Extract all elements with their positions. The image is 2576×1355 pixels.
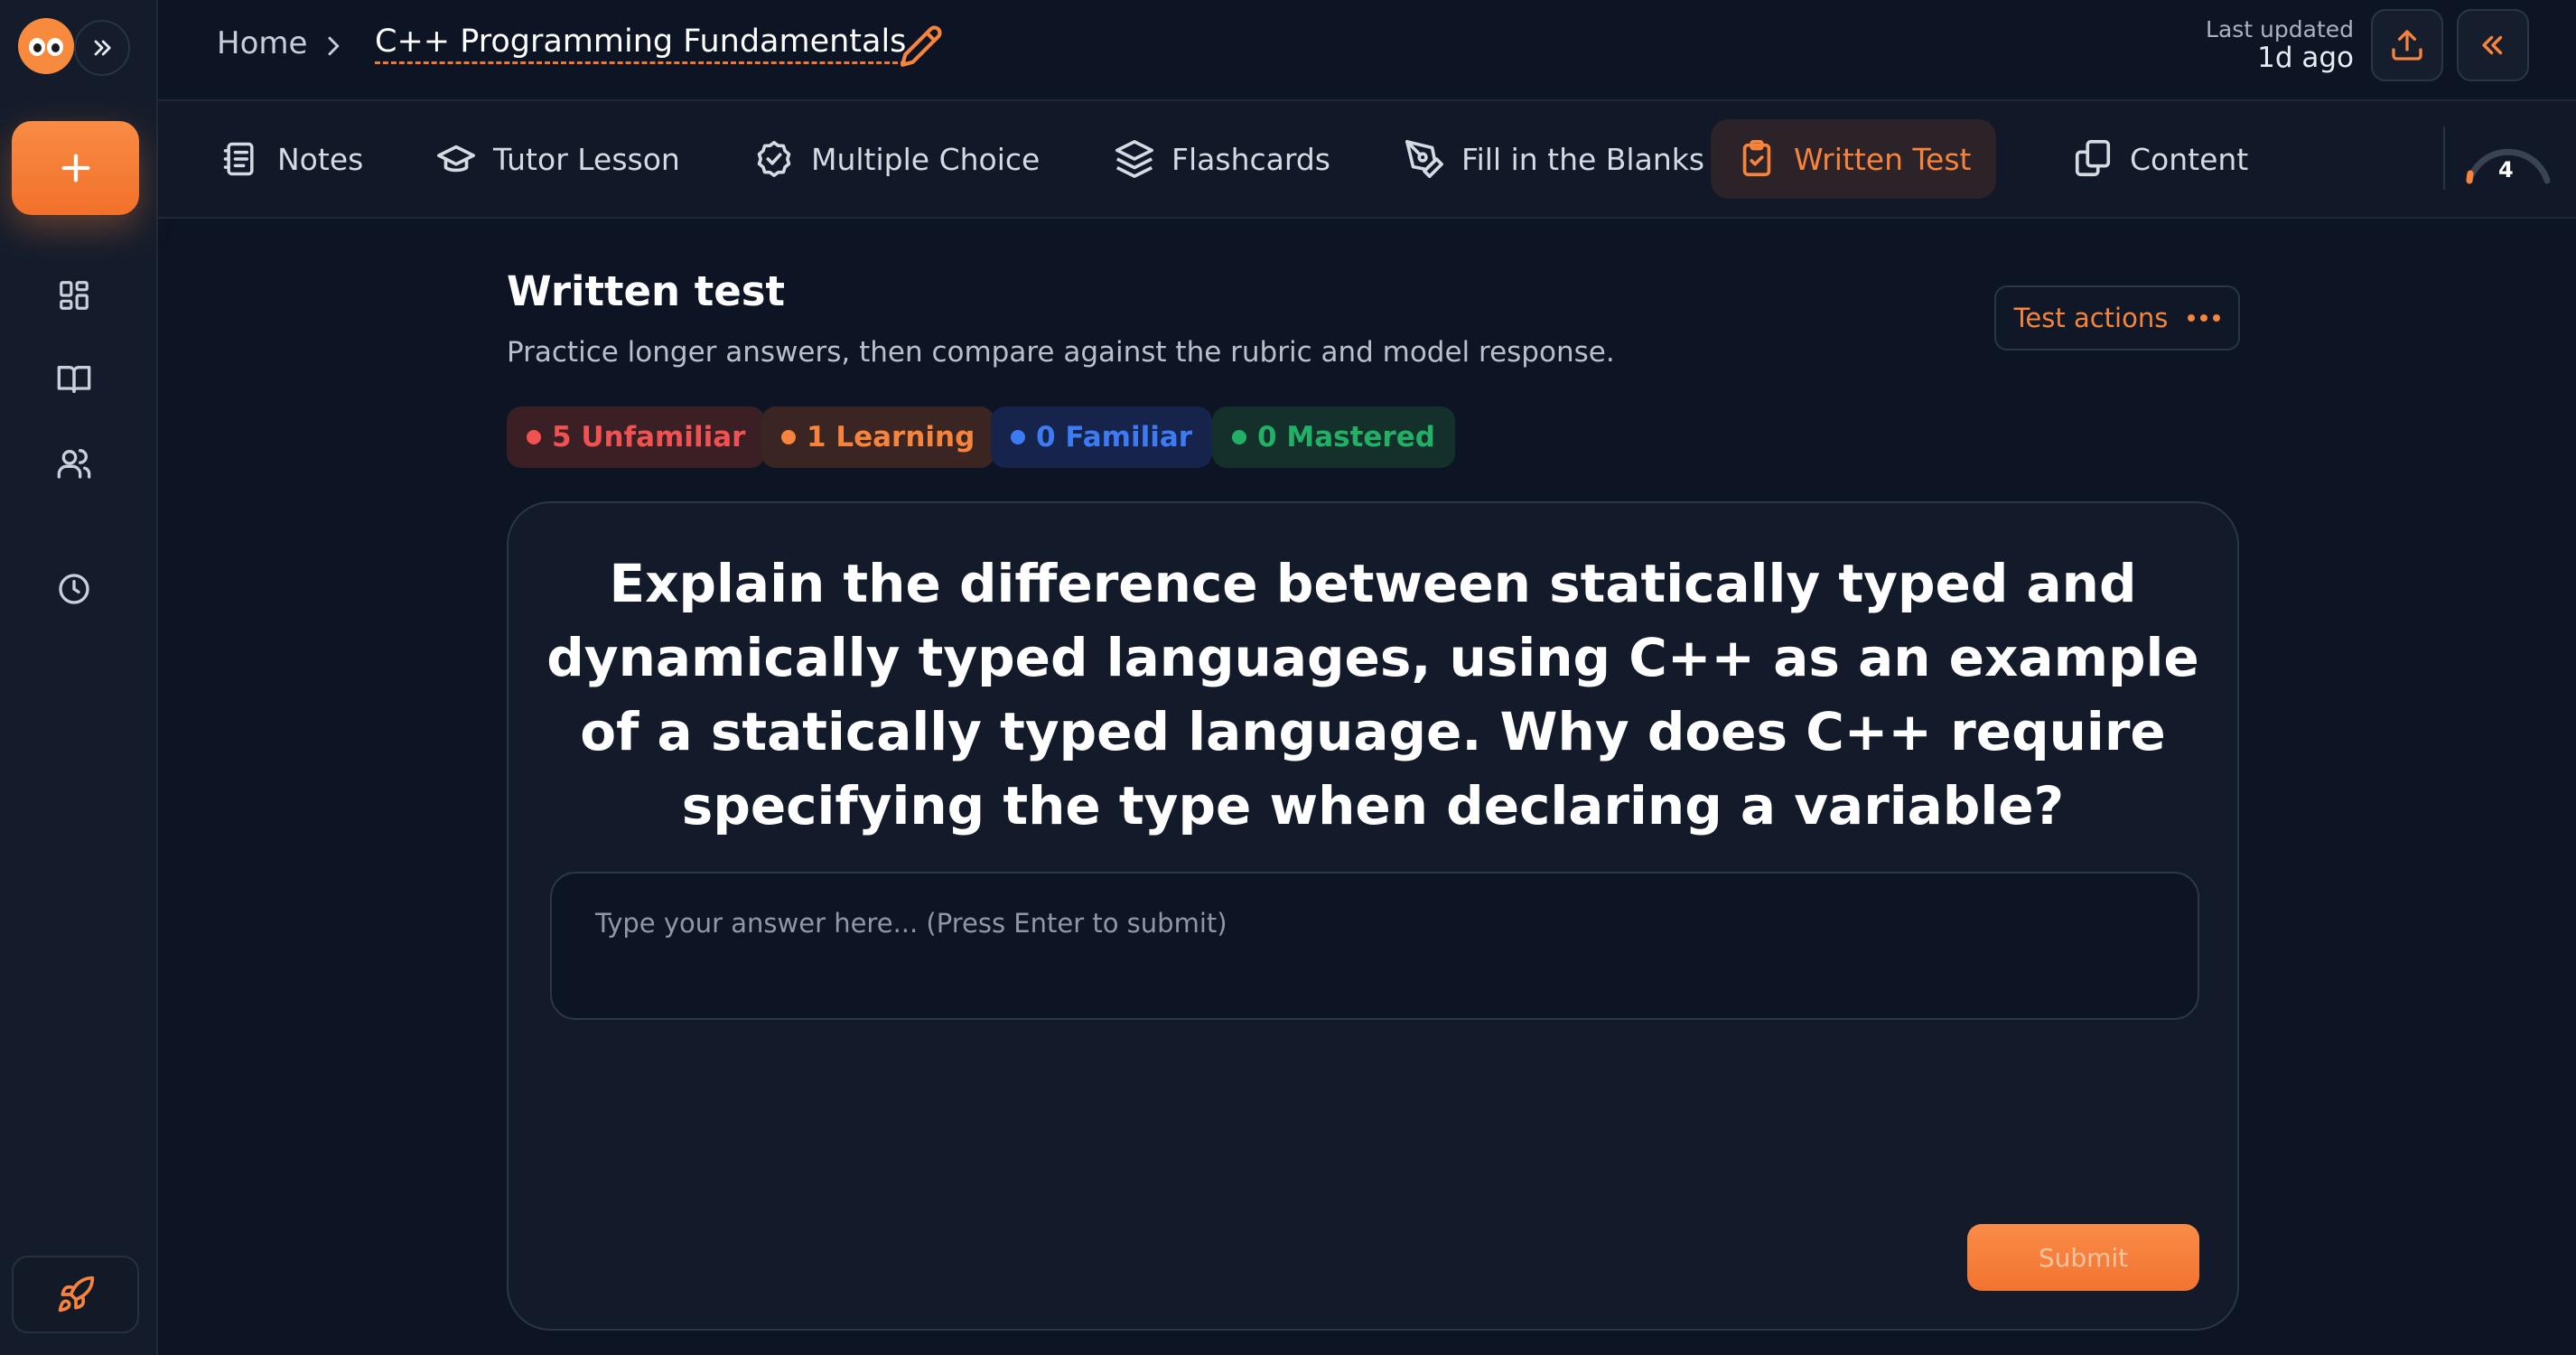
expand-sidebar-button[interactable] [74,20,130,76]
clipboard-check-icon [1736,138,1778,180]
sidebar-item-users[interactable] [54,444,94,483]
status-badge-learning: 1 Learning [761,406,995,468]
collapse-panel-button[interactable] [2457,9,2529,81]
chevrons-left-icon [2482,35,2503,55]
page-subtitle: Practice longer answers, then compare ag… [507,336,1615,369]
tab-label: Written Test [1794,141,1972,177]
tab-flashcards[interactable]: Flashcards [1088,119,1356,199]
gauge-value: 4 [2498,157,2514,182]
test-actions-label: Test actions [2013,303,2169,333]
tab-written-test[interactable]: Written Test [1711,119,1997,199]
tab-fill-in-the-blanks[interactable]: Fill in the Blanks [1378,119,1730,199]
question-text: Explain the difference between staticall… [546,553,2199,836]
rocket-icon [58,1276,94,1313]
pen-tool-icon [1404,138,1445,180]
more-dots-icon [2188,314,2221,322]
tab-content[interactable]: Content [2047,119,2273,199]
tab-label: Flashcards [1171,141,1330,177]
layers-icon [1114,138,1155,180]
top-bar: Home C++ Programming Fundamentals Last u… [158,0,2576,101]
breadcrumb-title[interactable]: C++ Programming Fundamentals [375,23,907,64]
tab-label: Fill in the Blanks [1461,141,1705,177]
sidebar-item-dashboard[interactable] [54,276,94,315]
status-badge-mastered: 0 Mastered [1212,406,1455,468]
tab-tutor-lesson[interactable]: Tutor Lesson [410,119,705,199]
chevrons-right-icon [94,40,111,56]
copy-icon [2072,138,2114,180]
share-button[interactable] [2371,9,2443,81]
sidebar [0,0,158,1355]
last-updated-label: Last updated [2206,16,2354,42]
breadcrumb-home[interactable]: Home [217,25,307,61]
tab-label: Content [2130,141,2249,177]
upload-icon [2392,30,2422,61]
tab-label: Multiple Choice [811,141,1041,177]
question-card: Explain the difference between staticall… [507,501,2239,1331]
badge-label: 0 Familiar [1036,421,1193,453]
answer-input[interactable] [550,872,2199,1020]
users-icon [57,449,91,479]
tab-label: Notes [277,141,364,177]
dashboard-icon [60,281,89,310]
clock-icon [59,574,89,604]
app-logo[interactable] [18,18,74,74]
new-button[interactable] [12,121,139,215]
graduation-cap-icon [435,138,477,180]
badge-label: 1 Learning [807,421,975,453]
tab-divider [2443,126,2445,190]
last-updated-value: 1d ago [2257,42,2354,74]
notes-icon [219,138,261,180]
book-open-icon [57,366,91,393]
upgrade-button[interactable] [12,1256,139,1333]
submit-button[interactable]: Submit [1967,1224,2199,1291]
tab-bar: Notes Tutor Lesson Multiple Choice Flash… [158,101,2576,219]
status-badge-unfamiliar: 5 Unfamiliar [507,406,766,468]
badge-label: 5 Unfamiliar [552,421,746,453]
tab-notes[interactable]: Notes [194,119,388,199]
sidebar-item-library[interactable] [54,360,94,399]
edit-title-icon[interactable] [899,23,944,72]
sidebar-item-history[interactable] [54,569,94,609]
plus-icon [61,154,90,182]
check-circle-icon [753,138,795,180]
page-title: Written test [507,267,786,315]
badge-label: 0 Mastered [1257,421,1435,453]
test-actions-button[interactable]: Test actions [1994,285,2240,350]
status-badge-familiar: 0 Familiar [991,406,1213,468]
breadcrumb-separator-icon [321,31,348,65]
tab-multiple-choice[interactable]: Multiple Choice [728,119,1065,199]
tab-label: Tutor Lesson [493,141,680,177]
